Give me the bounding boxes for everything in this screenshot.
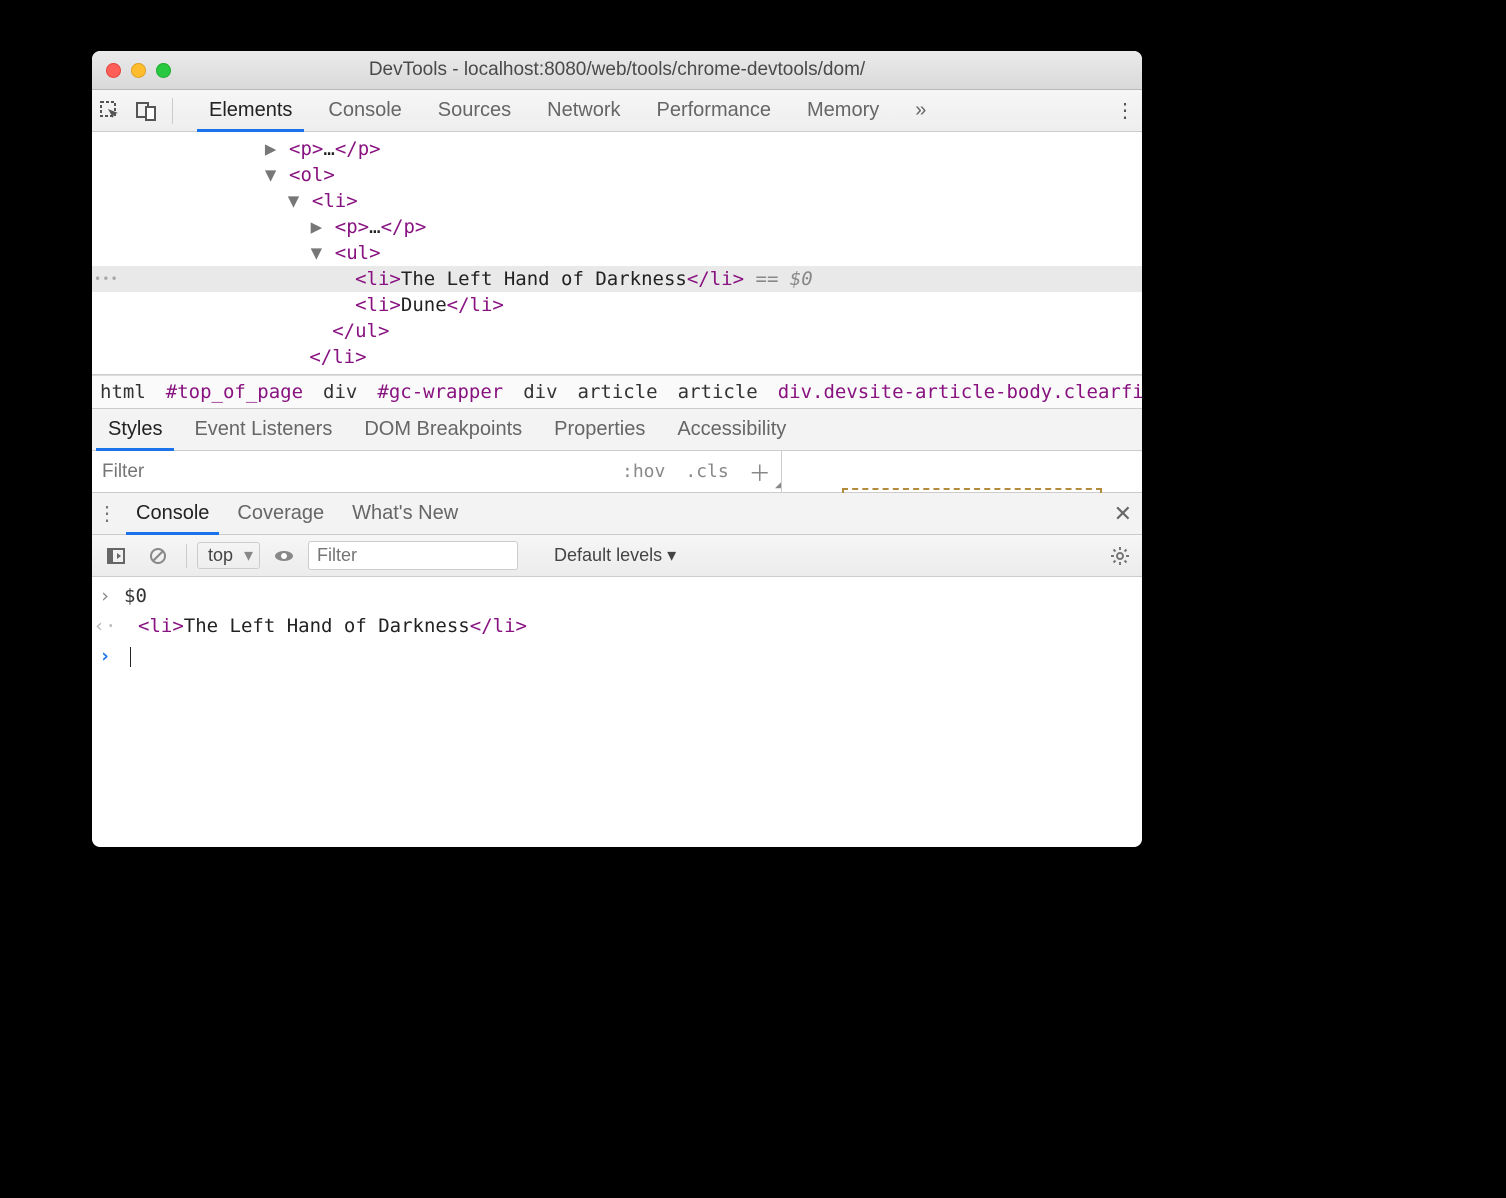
drawer-tab-coverage[interactable]: Coverage [223, 493, 338, 534]
crumb[interactable]: div [523, 381, 557, 403]
console-prompt[interactable]: › [92, 641, 1142, 671]
tree-node[interactable]: </li> [92, 344, 1142, 370]
crumb[interactable]: article [578, 381, 658, 403]
tab-elements[interactable]: Elements [191, 90, 310, 131]
tree-node[interactable]: ▼ <li> [92, 188, 1142, 214]
tab-properties[interactable]: Properties [538, 409, 661, 450]
console-input-text: $0 [118, 581, 147, 611]
tab-performance[interactable]: Performance [639, 90, 790, 131]
devtools-toolbar: Elements Console Sources Network Perform… [92, 90, 1142, 132]
elements-tree[interactable]: ▶ <p>…</p> ▼ <ol> ▼ <li> ▶ <p>…</p> ▼ <u… [92, 132, 1142, 375]
tabs-overflow-icon[interactable]: » [897, 90, 944, 131]
execution-context-selector[interactable]: top [197, 542, 260, 569]
collapse-arrow-icon[interactable]: ▼ [264, 162, 278, 188]
crumb[interactable]: div [323, 381, 357, 403]
drawer-tabs: ⋮ Console Coverage What's New ✕ [92, 493, 1142, 535]
crumb[interactable]: html [100, 381, 146, 403]
crumb[interactable]: #gc-wrapper [377, 381, 503, 403]
collapse-arrow-icon[interactable]: ▼ [309, 240, 323, 266]
close-drawer-icon[interactable]: ✕ [1114, 501, 1132, 527]
device-toggle-icon[interactable] [128, 93, 164, 129]
inspect-element-icon[interactable] [92, 93, 128, 129]
styles-filter-bar: :hov .cls ＋◢ [92, 451, 1142, 493]
separator [186, 544, 187, 568]
separator [172, 98, 173, 124]
window-title: DevTools - localhost:8080/web/tools/chro… [92, 59, 1142, 81]
tree-node[interactable]: ▼ <ol> [92, 162, 1142, 188]
tree-node[interactable]: ▶ <p>…</p> [92, 136, 1142, 162]
clear-console-icon[interactable] [140, 538, 176, 574]
box-model-preview [781, 451, 1142, 492]
live-expression-icon[interactable] [266, 538, 302, 574]
window-titlebar: DevTools - localhost:8080/web/tools/chro… [92, 51, 1142, 90]
new-style-rule-icon[interactable]: ＋◢ [739, 456, 781, 488]
tab-styles[interactable]: Styles [92, 409, 178, 450]
console-toolbar: top Default levels ▾ [92, 535, 1142, 577]
tab-dom-breakpoints[interactable]: DOM Breakpoints [348, 409, 538, 450]
tree-node[interactable]: <li>Dune</li> [92, 292, 1142, 318]
prompt-chevron-icon: › [92, 641, 118, 671]
console-line[interactable]: › $0 [92, 581, 1142, 611]
tree-node[interactable]: ▼ <ul> [92, 240, 1142, 266]
console-sidebar-toggle-icon[interactable] [98, 538, 134, 574]
tab-network[interactable]: Network [529, 90, 638, 131]
console-line[interactable]: ‹· <li>The Left Hand of Darkness</li> [92, 611, 1142, 641]
gutter-ellipsis-icon[interactable]: ••• [94, 266, 119, 292]
drawer-tab-console[interactable]: Console [122, 493, 223, 534]
console-output-text: <li>The Left Hand of Darkness</li> [118, 611, 527, 641]
styles-filter-input[interactable] [92, 451, 612, 492]
hov-toggle[interactable]: :hov [612, 461, 675, 482]
collapse-arrow-icon[interactable]: ▼ [286, 188, 300, 214]
settings-menu-icon[interactable]: ⋮ [1108, 94, 1142, 128]
drawer-tab-whats-new[interactable]: What's New [338, 493, 472, 534]
styles-tabs: Styles Event Listeners DOM Breakpoints P… [92, 409, 1142, 451]
tree-node-selected[interactable]: ••• <li>The Left Hand of Darkness</li> =… [92, 266, 1142, 292]
cls-toggle[interactable]: .cls [675, 461, 738, 482]
crumb[interactable]: article [678, 381, 758, 403]
tab-sources[interactable]: Sources [420, 90, 529, 131]
tab-memory[interactable]: Memory [789, 90, 897, 131]
log-levels-selector[interactable]: Default levels ▾ [554, 545, 676, 566]
output-chevron-icon: ‹· [92, 611, 118, 641]
text-cursor [130, 647, 131, 667]
input-chevron-icon: › [92, 581, 118, 611]
tab-accessibility[interactable]: Accessibility [661, 409, 802, 450]
tree-node[interactable]: ▶ <p>…</p> [92, 214, 1142, 240]
expand-arrow-icon[interactable]: ▶ [309, 214, 323, 240]
dom-breadcrumb[interactable]: html #top_of_page div #gc-wrapper div ar… [92, 375, 1142, 409]
tab-console[interactable]: Console [310, 90, 419, 131]
crumb[interactable]: #top_of_page [166, 381, 303, 403]
console-filter-input[interactable] [308, 541, 518, 570]
crumb[interactable]: div.devsite-article-body.clearfix [778, 381, 1142, 403]
console-output[interactable]: › $0 ‹· <li>The Left Hand of Darkness</l… [92, 577, 1142, 837]
main-tabs: Elements Console Sources Network Perform… [191, 90, 944, 131]
expand-arrow-icon[interactable]: ▶ [264, 136, 278, 162]
tree-node[interactable]: </ul> [92, 318, 1142, 344]
console-settings-icon[interactable] [1110, 546, 1130, 566]
tab-event-listeners[interactable]: Event Listeners [178, 409, 348, 450]
drawer-menu-icon[interactable]: ⋮ [92, 501, 122, 526]
